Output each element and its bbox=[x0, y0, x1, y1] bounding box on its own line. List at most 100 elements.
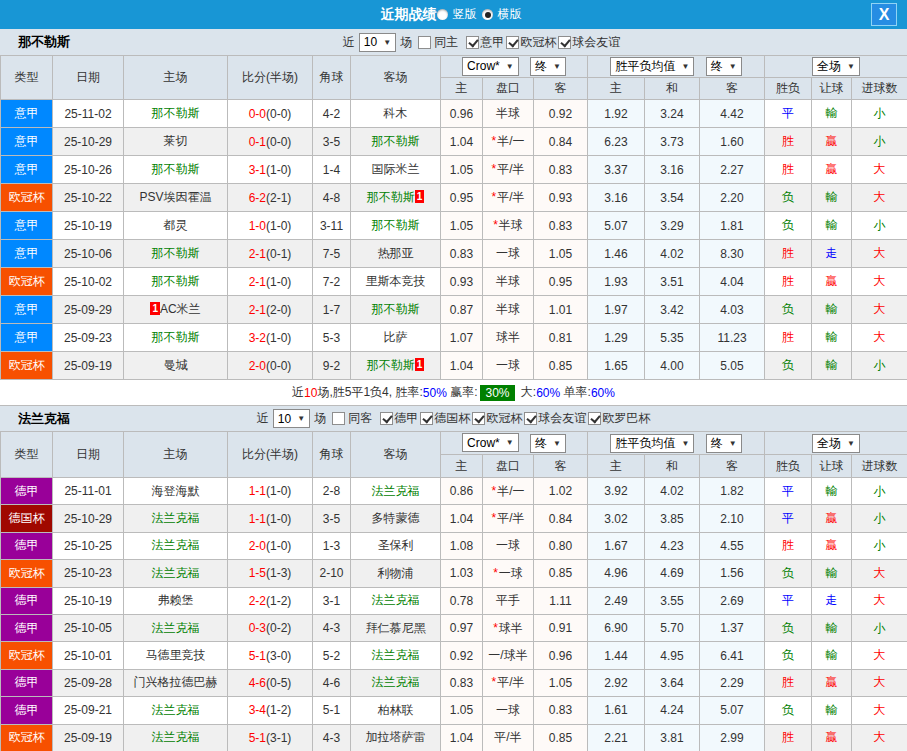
radio-vertical[interactable] bbox=[437, 9, 448, 20]
changed-indicator: * bbox=[493, 566, 498, 580]
match-result: 平 bbox=[765, 478, 812, 505]
league-label: 德甲 bbox=[394, 410, 418, 427]
odds-final-select[interactable]: 终▼ bbox=[530, 434, 566, 453]
col-odds-home: 主 bbox=[441, 455, 483, 478]
league-label: 德国杯 bbox=[434, 410, 470, 427]
handicap: 一球 bbox=[483, 352, 534, 380]
match-count-select[interactable]: 10▼ bbox=[273, 409, 310, 428]
col-type: 类型 bbox=[1, 56, 53, 100]
goals-result: 大 bbox=[852, 156, 907, 184]
match-count-select[interactable]: 10▼ bbox=[359, 33, 396, 52]
league-label: 意甲 bbox=[480, 34, 504, 51]
home-team: PSV埃因霍温 bbox=[124, 184, 228, 212]
match-type-badge: 德甲 bbox=[1, 614, 53, 641]
match-type-badge: 意甲 bbox=[1, 212, 53, 240]
same-venue-checkbox[interactable] bbox=[332, 412, 345, 425]
avg-away: 4.55 bbox=[700, 532, 765, 559]
scope-select[interactable]: 全场▼ bbox=[812, 57, 860, 76]
match-corners: 3-5 bbox=[313, 128, 351, 156]
avg-home: 1.44 bbox=[588, 642, 645, 669]
away-team: 法兰克福 bbox=[351, 642, 441, 669]
col-date: 日期 bbox=[53, 432, 124, 478]
handicap-result: 贏 bbox=[812, 128, 852, 156]
league-checkbox[interactable] bbox=[472, 412, 485, 425]
goals-result: 小 bbox=[852, 478, 907, 505]
avg-away: 1.56 bbox=[700, 560, 765, 587]
league-checkbox[interactable] bbox=[558, 36, 571, 49]
league-checkbox[interactable] bbox=[506, 36, 519, 49]
match-score: 1-5(1-3) bbox=[228, 560, 313, 587]
avg-draw: 4.02 bbox=[645, 240, 700, 268]
away-team: 里斯本竞技 bbox=[351, 268, 441, 296]
home-team: 弗赖堡 bbox=[124, 587, 228, 614]
col-home: 主场 bbox=[124, 432, 228, 478]
match-score: 2-0(0-0) bbox=[228, 352, 313, 380]
match-score: 3-4(1-2) bbox=[228, 697, 313, 724]
win-rate-badge: 30% bbox=[480, 385, 514, 401]
bookmaker-select[interactable]: Crow*▼ bbox=[462, 57, 519, 76]
handicap-result: 走 bbox=[812, 240, 852, 268]
league-checkbox[interactable] bbox=[524, 412, 537, 425]
match-score: 6-2(2-1) bbox=[228, 184, 313, 212]
avg-final-select[interactable]: 终▼ bbox=[706, 57, 742, 76]
col-corner: 角球 bbox=[313, 56, 351, 100]
changed-indicator: * bbox=[493, 218, 498, 232]
handicap: 半球 bbox=[483, 268, 534, 296]
away-team: 比萨 bbox=[351, 324, 441, 352]
home-team: 莱切 bbox=[124, 128, 228, 156]
away-team: 国际米兰 bbox=[351, 156, 441, 184]
bookmaker-select[interactable]: Crow*▼ bbox=[462, 433, 519, 452]
league-checkbox[interactable] bbox=[420, 412, 433, 425]
odds-away: 1.01 bbox=[534, 296, 588, 324]
avg-final-select[interactable]: 终▼ bbox=[706, 434, 742, 453]
near-label: 近 bbox=[257, 410, 269, 427]
match-type-badge: 意甲 bbox=[1, 296, 53, 324]
league-checkbox[interactable] bbox=[466, 36, 479, 49]
table-row: 德甲 25-10-25 法兰克福 2-0(1-0) 1-3 圣保利 1.08 一… bbox=[1, 532, 907, 559]
handicap-result: 贏 bbox=[812, 268, 852, 296]
away-team: 柏林联 bbox=[351, 697, 441, 724]
avg-away: 5.07 bbox=[700, 697, 765, 724]
goals-result: 大 bbox=[852, 642, 907, 669]
odds-home: 0.87 bbox=[441, 296, 483, 324]
handicap-result: 贏 bbox=[812, 156, 852, 184]
goals-result: 大 bbox=[852, 697, 907, 724]
near-label: 近 bbox=[343, 34, 355, 51]
handicap: 半球 bbox=[483, 296, 534, 324]
match-result: 负 bbox=[765, 184, 812, 212]
avg-draw: 3.29 bbox=[645, 212, 700, 240]
odds-final-select[interactable]: 终▼ bbox=[530, 57, 566, 76]
avg-away: 2.69 bbox=[700, 587, 765, 614]
same-venue-checkbox[interactable] bbox=[418, 36, 431, 49]
avg-select[interactable]: 胜平负均值▼ bbox=[610, 434, 694, 453]
scope-select[interactable]: 全场▼ bbox=[812, 434, 860, 453]
match-type-badge: 欧冠杯 bbox=[1, 268, 53, 296]
col-goals: 进球数 bbox=[852, 78, 907, 100]
red-card-badge: 1 bbox=[415, 358, 425, 371]
avg-draw: 3.85 bbox=[645, 505, 700, 532]
match-type-badge: 德甲 bbox=[1, 587, 53, 614]
handicap: *平/半 bbox=[483, 184, 534, 212]
match-corners: 3-1 bbox=[313, 587, 351, 614]
avg-home: 2.49 bbox=[588, 587, 645, 614]
league-label: 欧冠杯 bbox=[520, 34, 556, 51]
avg-draw: 4.23 bbox=[645, 532, 700, 559]
close-button[interactable]: X bbox=[871, 3, 897, 26]
odds-home: 1.03 bbox=[441, 560, 483, 587]
home-team: 那不勒斯 bbox=[124, 324, 228, 352]
avg-select[interactable]: 胜平负均值▼ bbox=[610, 57, 694, 76]
odds-home: 0.95 bbox=[441, 184, 483, 212]
radio-horizontal[interactable] bbox=[482, 9, 493, 20]
odds-home: 1.05 bbox=[441, 156, 483, 184]
league-checkbox[interactable] bbox=[588, 412, 601, 425]
handicap: 一球 bbox=[483, 532, 534, 559]
table-row: 德国杯 25-10-29 法兰克福 1-1(1-0) 3-5 多特蒙德 1.04… bbox=[1, 505, 907, 532]
league-checkbox[interactable] bbox=[380, 412, 393, 425]
match-type-badge: 德甲 bbox=[1, 669, 53, 696]
match-date: 25-10-02 bbox=[53, 268, 124, 296]
avg-away: 1.82 bbox=[700, 478, 765, 505]
odds-away: 0.91 bbox=[534, 614, 588, 641]
match-score: 3-1(1-0) bbox=[228, 156, 313, 184]
match-corners: 4-8 bbox=[313, 184, 351, 212]
handicap-result: 輸 bbox=[812, 296, 852, 324]
